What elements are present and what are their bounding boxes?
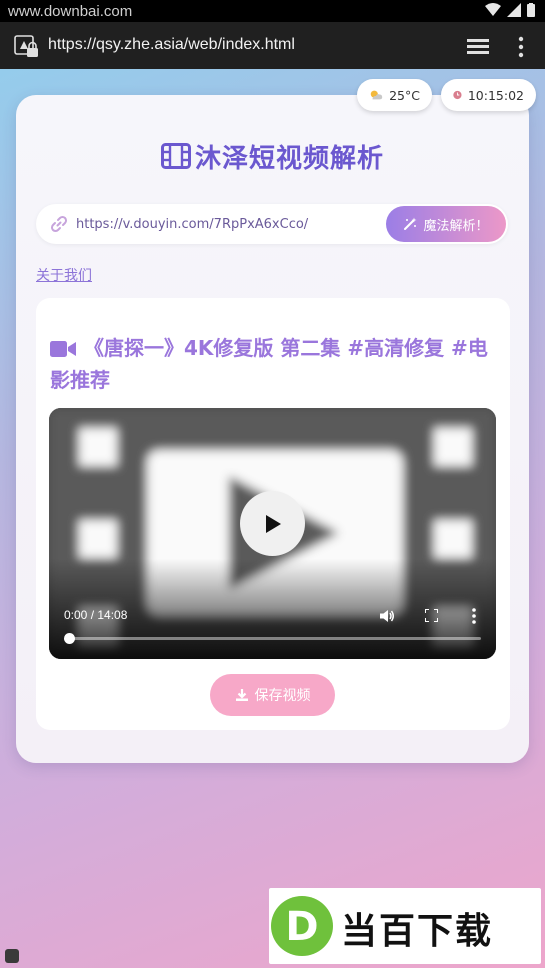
- url-input-container: 魔法解析！: [36, 204, 508, 244]
- site-lock-icon[interactable]: [14, 35, 40, 59]
- magic-wand-icon: [404, 217, 417, 230]
- signal-icon: [507, 3, 521, 17]
- clock-icon: [453, 90, 462, 100]
- wifi-icon: [485, 3, 501, 16]
- battery-icon: [527, 3, 535, 17]
- play-button[interactable]: [240, 491, 305, 556]
- time-value: 10:15:02: [467, 87, 524, 103]
- time-badge: 10:15:02: [441, 79, 536, 111]
- film-icon: [160, 143, 191, 169]
- video-player[interactable]: 0:00 / 14:08: [49, 408, 496, 659]
- page-title: 沐泽短视频解析: [0, 138, 545, 174]
- url-text[interactable]: https://qsy.zhe.asia/web/index.html: [48, 36, 295, 54]
- player-more-icon[interactable]: [471, 608, 477, 624]
- video-title: 《唐探一》4K修复版 第二集 #高清修复 #电影推荐: [50, 332, 498, 396]
- brand-watermark: D 当百下载: [269, 888, 541, 964]
- watermark-text: www.downbai.com: [8, 3, 133, 20]
- more-menu-icon[interactable]: [517, 36, 525, 58]
- brand-text: 当百下载: [341, 911, 494, 952]
- brand-logo-icon: D: [271, 896, 333, 956]
- browser-url-bar[interactable]: https://qsy.zhe.asia/web/index.html: [0, 22, 545, 69]
- status-icons: [485, 3, 535, 17]
- video-camera-icon: [50, 341, 76, 357]
- play-icon: [265, 514, 281, 533]
- video-url-input[interactable]: [76, 212, 376, 236]
- fullscreen-icon[interactable]: [425, 609, 438, 622]
- svg-text:D: D: [285, 904, 318, 950]
- about-us-link[interactable]: 关于我们: [36, 265, 92, 285]
- video-time: 0:00 / 14:08: [64, 608, 128, 622]
- link-icon: [50, 215, 68, 233]
- result-panel: 《唐探一》4K修复版 第二集 #高清修复 #电影推荐 0:00 / 14:08 …: [36, 298, 510, 730]
- parse-button[interactable]: 魔法解析！: [386, 206, 506, 242]
- status-bar: www.downbai.com: [0, 0, 545, 22]
- partly-cloudy-icon: [370, 90, 383, 100]
- save-video-button[interactable]: 保存视频: [210, 674, 335, 716]
- video-title-text: 《唐探一》4K修复版 第二集 #高清修复 #电影推荐: [50, 336, 488, 392]
- corner-indicator: [5, 949, 19, 963]
- progress-thumb[interactable]: [64, 633, 75, 644]
- parse-button-label: 魔法解析！: [423, 218, 489, 234]
- weather-value: 25°C: [389, 87, 420, 103]
- title-text: 沐泽短视频解析: [194, 143, 384, 174]
- volume-icon[interactable]: [379, 608, 395, 624]
- save-video-label: 保存视频: [254, 688, 311, 704]
- tabs-icon[interactable]: [467, 36, 491, 56]
- progress-track[interactable]: [69, 637, 481, 640]
- download-icon: [235, 689, 248, 701]
- weather-badge: 25°C: [357, 79, 432, 111]
